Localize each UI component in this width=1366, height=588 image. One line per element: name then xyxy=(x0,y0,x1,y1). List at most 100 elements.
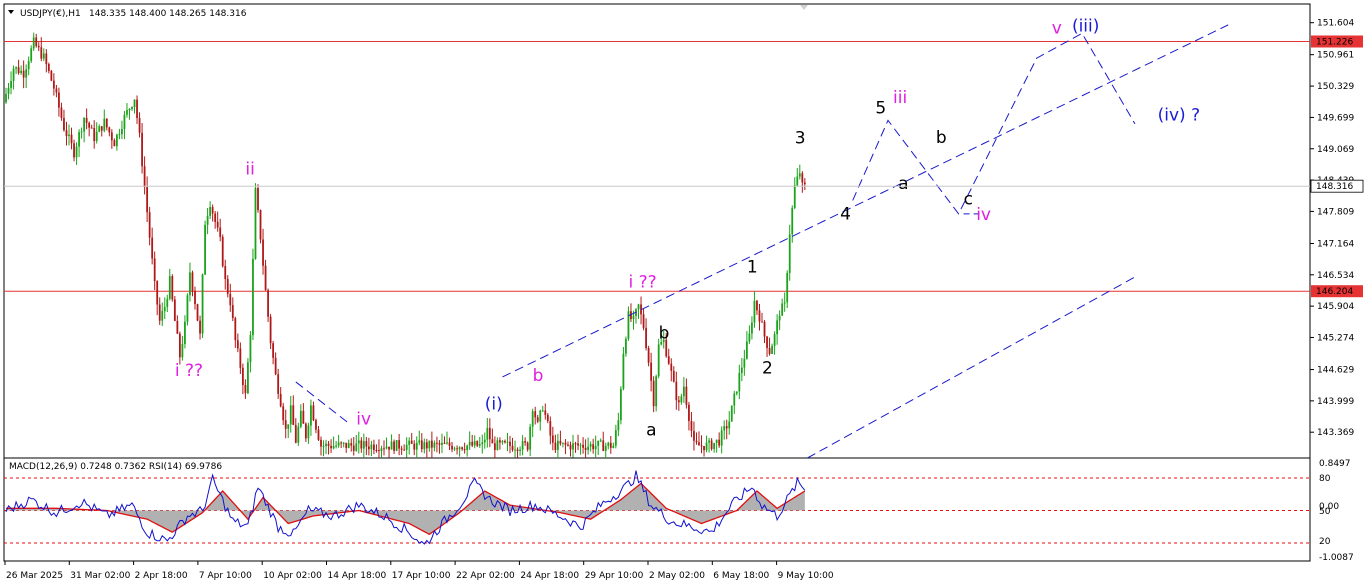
candle-body xyxy=(214,213,217,222)
candle-body xyxy=(93,127,96,142)
candle-body xyxy=(189,272,191,296)
candle-body xyxy=(322,446,325,448)
candle-body xyxy=(778,315,781,321)
candle-body xyxy=(234,318,237,341)
indicator-scale-label: 0.8497 xyxy=(1319,459,1351,469)
candle-body xyxy=(12,68,15,81)
candle-body xyxy=(549,421,552,436)
candle-body xyxy=(761,321,763,323)
candle-body xyxy=(146,187,149,213)
candle-body xyxy=(380,448,383,451)
candle-body xyxy=(85,118,88,123)
candle-body xyxy=(153,258,156,282)
candle-body xyxy=(803,182,806,185)
candle-body xyxy=(158,304,161,321)
candle-body xyxy=(625,338,627,354)
candle-body xyxy=(282,406,285,421)
price-tick-label: 149.699 xyxy=(1317,113,1354,123)
candle-body xyxy=(204,224,206,275)
candle-body xyxy=(564,442,567,445)
candle-body xyxy=(546,414,549,422)
wave-label: iii xyxy=(893,88,907,108)
candle-body xyxy=(748,333,751,342)
candle-body xyxy=(103,118,106,131)
candle-body xyxy=(582,444,584,448)
candle-body xyxy=(42,53,45,59)
candle-body xyxy=(171,276,174,300)
candle-body xyxy=(587,446,590,450)
candle-body xyxy=(257,187,259,211)
candle-body xyxy=(567,444,569,446)
candle-body xyxy=(735,391,738,394)
candle-body xyxy=(756,300,758,311)
candle-body xyxy=(693,430,695,441)
candle-body xyxy=(332,446,335,449)
candle-body xyxy=(249,335,252,363)
candle-body xyxy=(244,385,247,394)
candle-body xyxy=(690,421,693,431)
candle-body xyxy=(798,173,801,177)
candle-body xyxy=(685,386,688,405)
price-tick-label: 145.904 xyxy=(1317,302,1354,312)
candle-body xyxy=(579,444,582,446)
candle-body xyxy=(698,442,700,446)
time-tick-label: 6 May 18:00 xyxy=(713,571,769,581)
candle-body xyxy=(468,441,471,446)
candle-body xyxy=(554,442,557,450)
candle-body xyxy=(725,426,728,429)
candle-body xyxy=(574,443,577,445)
candle-body xyxy=(773,334,776,346)
time-tick-label: 31 Mar 02:00 xyxy=(70,571,130,581)
candle-body xyxy=(647,347,650,363)
candle-body xyxy=(176,320,179,334)
candle-body xyxy=(700,445,703,447)
candle-body xyxy=(287,424,290,429)
candle-body xyxy=(632,315,635,320)
candle-body xyxy=(126,110,128,115)
candle-body xyxy=(730,405,733,422)
candle-body xyxy=(461,447,464,450)
candle-body xyxy=(211,207,214,214)
candle-body xyxy=(509,441,511,446)
candle-body xyxy=(655,376,658,407)
candle-body xyxy=(30,48,33,62)
chart: USDJPY(€),H1 148.335 148.400 148.265 148… xyxy=(3,3,1364,581)
candle-body xyxy=(473,441,476,446)
candle-body xyxy=(670,363,673,371)
wave-label: 5 xyxy=(875,98,886,118)
candle-body xyxy=(478,444,481,446)
candle-body xyxy=(88,122,91,128)
candle-body xyxy=(52,80,55,89)
candle-body xyxy=(143,166,146,188)
candle-body xyxy=(95,131,98,142)
candle-body xyxy=(259,210,262,240)
wave-label: b xyxy=(936,128,947,148)
candle-body xyxy=(710,440,713,450)
candle-body xyxy=(718,439,721,446)
candle-body xyxy=(327,443,330,446)
candle-body xyxy=(254,187,257,259)
candle-body xyxy=(466,445,469,451)
candle-body xyxy=(763,321,766,337)
candle-body xyxy=(196,304,199,321)
wave-label: iv xyxy=(976,205,991,225)
candle-body xyxy=(373,444,375,451)
candle-body xyxy=(337,442,340,446)
candle-body xyxy=(70,134,73,144)
candle-body xyxy=(325,443,327,447)
candle-body xyxy=(441,442,443,445)
time-tick-label: 10 Apr 02:00 xyxy=(263,571,322,581)
candle-body xyxy=(592,444,595,450)
price-tick-label: 144.629 xyxy=(1317,366,1354,376)
candle-body xyxy=(708,440,710,443)
candle-body xyxy=(481,442,484,445)
candle-body xyxy=(35,37,38,47)
candle-body xyxy=(50,70,53,81)
candle-body xyxy=(743,358,746,368)
candle-body xyxy=(511,445,514,450)
candle-body xyxy=(599,440,602,442)
candle-body xyxy=(521,441,524,450)
candle-body xyxy=(151,237,154,259)
candle-body xyxy=(352,445,355,451)
candle-body xyxy=(672,370,675,382)
